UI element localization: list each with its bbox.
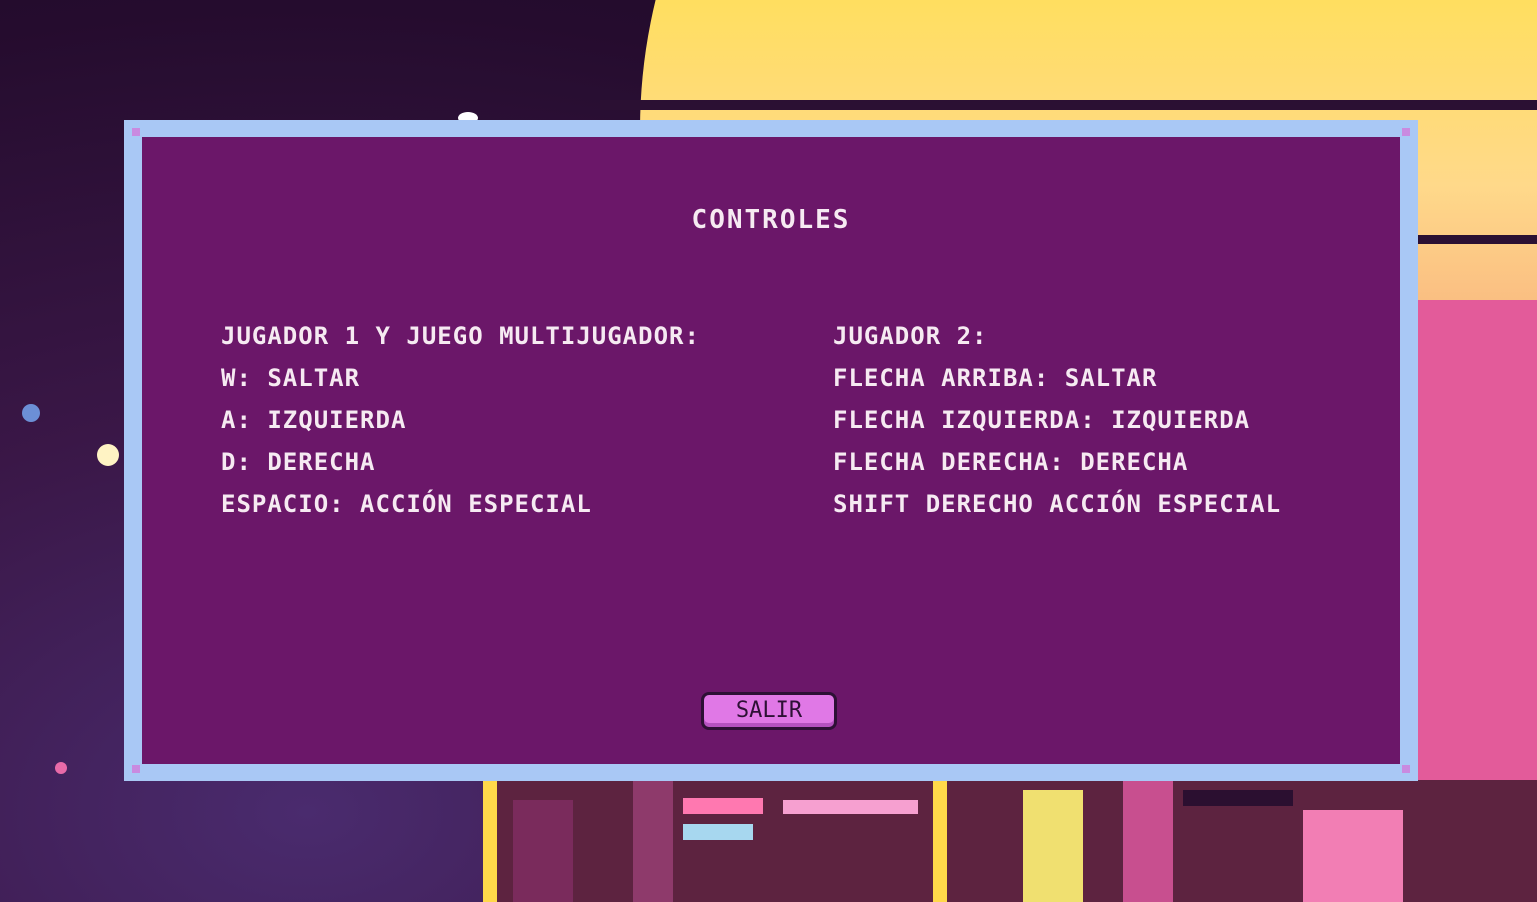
star [97,444,119,466]
sun-stripe [600,100,1537,110]
player2-heading: JUGADOR 2: [833,322,988,350]
city-buildings-bottom [483,780,1537,902]
corner-rivet [1402,128,1410,136]
star [55,762,67,774]
player2-control-right: FLECHA DERECHA: DERECHA [833,448,1189,476]
dialog-title: CONTROLES [691,205,851,235]
player1-control-left: A: IZQUIERDA [221,406,407,434]
corner-rivet [1402,765,1410,773]
player2-control-special: SHIFT DERECHO ACCIÓN ESPECIAL [833,490,1282,518]
controls-dialog: CONTROLES JUGADOR 1 Y JUEGO MULTIJUGADOR… [124,120,1418,781]
corner-rivet [132,765,140,773]
player1-controls: JUGADOR 1 Y JUEGO MULTIJUGADOR: W: SALTA… [221,315,700,525]
player1-control-right: D: DERECHA [221,448,376,476]
player1-control-jump: W: SALTAR [221,364,361,392]
controls-panel: CONTROLES JUGADOR 1 Y JUEGO MULTIJUGADOR… [142,137,1400,764]
player2-control-left: FLECHA IZQUIERDA: IZQUIERDA [833,406,1251,434]
player2-control-jump: FLECHA ARRIBA: SALTAR [833,364,1158,392]
corner-rivet [132,128,140,136]
player1-control-special: ESPACIO: ACCIÓN ESPECIAL [221,490,592,518]
exit-button[interactable]: SALIR [701,692,837,730]
player1-heading: JUGADOR 1 Y JUEGO MULTIJUGADOR: [221,322,700,350]
player2-controls: JUGADOR 2: FLECHA ARRIBA: SALTAR FLECHA … [833,315,1281,525]
star [22,404,40,422]
